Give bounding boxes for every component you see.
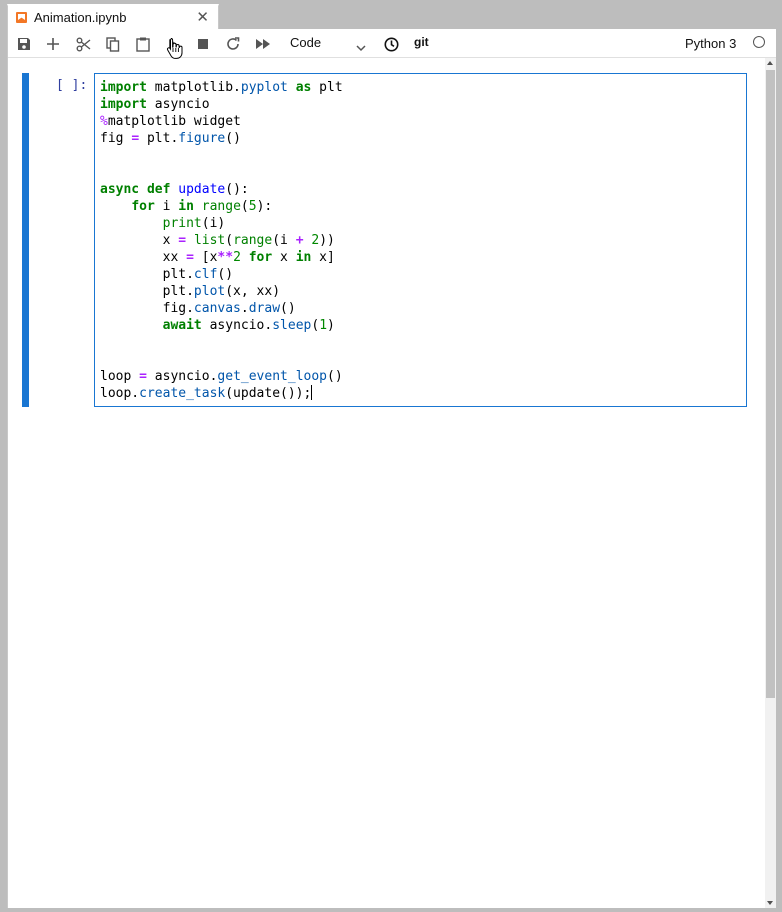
notebook-toolbar: Code git Python 3 <box>8 29 776 58</box>
code-line: import matplotlib.pyplot as plt <box>100 80 343 95</box>
git-button[interactable]: git <box>414 35 429 49</box>
notebook-tab[interactable]: Animation.ipynb ✕ <box>7 4 219 30</box>
text-cursor <box>311 385 313 400</box>
code-editor[interactable]: import matplotlib.pyplot as plt import a… <box>94 73 747 407</box>
code-line: x = list(range(i + 2)) <box>100 233 335 248</box>
code-line: plt.plot(x, xx) <box>100 284 281 299</box>
save-icon[interactable] <box>15 35 33 53</box>
fast-forward-icon[interactable] <box>254 35 272 53</box>
vertical-scrollbar[interactable] <box>765 58 776 908</box>
code-line: fig = plt.figure() <box>100 131 241 146</box>
code-line: loop = asyncio.get_event_loop() <box>100 369 343 384</box>
chevron-down-icon[interactable] <box>356 37 366 56</box>
scroll-down-icon[interactable] <box>767 901 773 905</box>
code-line: await asyncio.sleep(1) <box>162 318 335 333</box>
copy-icon[interactable] <box>104 35 122 53</box>
kernel-status-icon <box>753 36 765 48</box>
code-content[interactable]: import matplotlib.pyplot as plt import a… <box>100 79 343 402</box>
notebook-body: [ ]: import matplotlib.pyplot as plt imp… <box>8 58 765 908</box>
kernel-name[interactable]: Python 3 <box>685 36 736 51</box>
tab-title: Animation.ipynb <box>34 10 127 25</box>
code-line: import asyncio <box>100 97 210 112</box>
paste-icon[interactable] <box>134 35 152 53</box>
code-line: for i in range(5): <box>131 199 273 214</box>
notebook-panel: Code git Python 3 [ ]: import matplotlib… <box>7 29 776 908</box>
stop-icon[interactable] <box>194 35 212 53</box>
code-line: loop.create_task(update()); <box>100 385 313 401</box>
tab-bar: Animation.ipynb ✕ <box>0 0 782 30</box>
scroll-up-icon[interactable] <box>767 61 773 65</box>
hand-cursor-icon <box>166 38 183 59</box>
notebook-icon <box>16 12 27 23</box>
clock-icon[interactable] <box>382 35 400 53</box>
code-line: print(i) <box>162 216 226 231</box>
scrollbar-thumb[interactable] <box>766 70 775 698</box>
cell-type-select[interactable]: Code <box>290 35 321 50</box>
cut-icon[interactable] <box>74 35 92 53</box>
tab-close-icon[interactable]: ✕ <box>196 9 209 25</box>
code-line: fig.canvas.draw() <box>100 301 296 316</box>
code-line: plt.clf() <box>100 267 234 282</box>
cell-prompt: [ ]: <box>56 78 88 93</box>
active-cell-indicator[interactable] <box>22 73 29 407</box>
code-line: xx = [x**2 for x in x] <box>100 250 335 265</box>
add-cell-icon[interactable] <box>44 35 62 53</box>
restart-icon[interactable] <box>224 35 242 53</box>
code-line: %matplotlib widget <box>100 114 241 129</box>
code-line: async def update(): <box>100 182 249 197</box>
